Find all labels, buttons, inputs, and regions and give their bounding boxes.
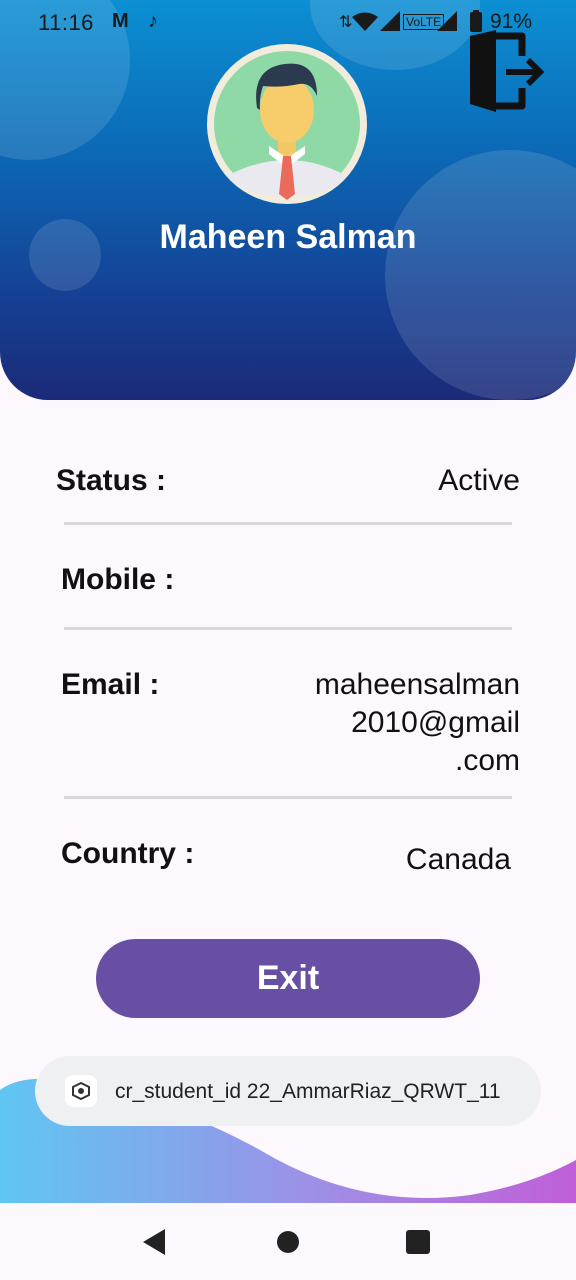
divider <box>64 627 512 630</box>
toast-notification: cr_student_id 22_AmmarRiaz_QRWT_11 <box>35 1056 541 1126</box>
toast-text: cr_student_id 22_AmmarRiaz_QRWT_11 <box>115 1080 501 1103</box>
signal-icon <box>437 11 457 31</box>
user-avatar-icon <box>207 44 367 204</box>
status-time: 11:16 <box>38 10 94 35</box>
country-value: Canada <box>405 843 511 876</box>
user-name: Maheen Salman <box>159 218 417 256</box>
gmail-icon: M <box>112 10 129 32</box>
divider <box>64 796 512 799</box>
status-value: Active <box>438 464 520 497</box>
divider <box>64 522 512 525</box>
exit-button[interactable]: Exit <box>96 939 480 1018</box>
home-icon[interactable] <box>276 1230 300 1254</box>
tiktok-icon: ♪ <box>148 10 158 32</box>
navigation-bar <box>0 1203 576 1280</box>
email-line: 2010@gmail <box>351 706 520 739</box>
battery-icon <box>470 10 482 32</box>
recents-icon[interactable] <box>406 1230 430 1254</box>
wifi-icon <box>352 12 378 31</box>
logout-door-icon[interactable] <box>466 30 544 112</box>
status-label: Status : <box>56 464 167 497</box>
decor-bubble <box>385 150 576 400</box>
mobile-label: Mobile : <box>61 563 175 596</box>
back-icon[interactable] <box>143 1229 167 1255</box>
country-label: Country : <box>61 837 195 870</box>
email-line: .com <box>454 744 520 777</box>
data-arrows-icon: ⇅ <box>339 14 353 31</box>
signal-icon <box>380 11 400 31</box>
email-label: Email : <box>61 668 160 701</box>
app-icon <box>65 1075 97 1107</box>
email-value: maheensalman 2010@gmail .com <box>315 666 520 780</box>
email-line: maheensalman <box>314 668 520 701</box>
